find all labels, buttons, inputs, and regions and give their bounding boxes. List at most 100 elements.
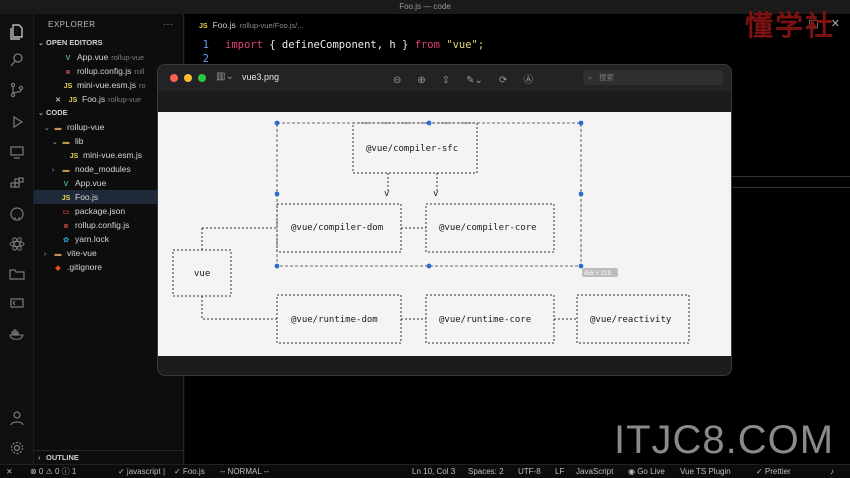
preview-search-input[interactable]: ⌕ 搜索 [583,70,723,85]
share-icon[interactable]: ⇪ [442,75,450,86]
account-icon[interactable] [7,408,27,428]
tree-item-label: yarn.lock [75,234,110,244]
folder-icon[interactable] [7,264,27,284]
go-live-label: Go Live [637,467,665,476]
string-literal: "vue"; [439,39,485,51]
chevron-down-icon: ⌄ [38,110,44,117]
tree-item-label: .gitignore [67,262,102,272]
indent-setting[interactable]: Spaces: 2 [468,465,504,478]
open-editor-path: ro [139,81,146,90]
remote-explorer-icon[interactable] [7,142,27,162]
rotate-icon[interactable]: ⟳ [499,75,507,86]
open-editor-path: rollup-vue [111,53,145,62]
zoom-window-button[interactable] [198,74,206,82]
label-compiler-core: @vue/compiler-core [439,223,537,233]
tree-item-label: lib [75,136,84,146]
zoom-out-icon[interactable]: ⊖ [393,75,401,86]
go-live-button[interactable]: ◉ Go Live [628,465,665,478]
markup-pen-icon[interactable]: ✎⌄ [466,75,483,86]
close-window-button[interactable] [170,74,178,82]
lang-check[interactable]: ✓ javascript | [118,465,165,478]
tree-item-label: vite-vue [67,248,97,258]
explorer-title: EXPLORER [48,20,96,29]
preview-title: vue3.png [242,72,280,82]
image-preview-window[interactable]: ▥⌄ vue3.png ⊖ ⊕ ⇪ ✎⌄ ⟳ Ⓐ ⌕ 搜索 @vue/compi… [157,64,732,376]
annotate-icon[interactable]: Ⓐ [523,75,533,86]
open-editor-name: rollup.config.js [77,66,132,76]
label-compiler-dom: @vue/compiler-dom [291,223,383,233]
encoding[interactable]: UTF-8 [518,465,541,478]
minimize-window-button[interactable] [184,74,192,82]
file-check[interactable]: ✓ Foo.js [174,465,205,478]
problems-indicator[interactable]: ⊗ 0 ⚠ 0 ⓘ 1 [30,465,76,478]
label-vue: vue [194,269,210,279]
sidebar-toggle-icon[interactable]: ▥⌄ [216,71,234,82]
eol[interactable]: LF [555,465,564,478]
vue-ts-plugin[interactable]: Vue TS Plugin [680,465,731,478]
open-editor-name: App.vue [77,52,109,62]
remote-icon[interactable] [7,294,27,314]
docker-icon[interactable] [7,324,27,344]
window-title-bar: Foo.js — code [0,0,850,14]
notifications-bell-icon[interactable]: ♪ [830,465,834,478]
js-file-icon: JS [199,23,208,30]
tree-item-label: rollup.config.js [75,220,130,230]
vim-mode: -- NORMAL -- [220,467,270,476]
git-file-icon: ◆ [55,265,61,272]
open-editor-name: Foo.js [82,94,106,104]
cursor-position[interactable]: Ln 10, Col 3 [412,465,455,478]
outline-label: OUTLINE [46,453,79,462]
files-icon[interactable] [7,22,27,42]
open-editors-label: OPEN EDITORS [46,38,103,47]
arrow-label: v [384,189,389,199]
label-compiler-sfc: @vue/compiler-sfc [366,144,458,154]
chevron-down-icon: ⌄ [38,40,44,47]
github-icon[interactable] [7,204,27,224]
architecture-diagram: @vue/compiler-sfc v v @vue/compiler-dom … [172,120,690,344]
run-debug-icon[interactable] [7,112,27,132]
line-number: 1 [202,39,209,51]
open-editors-section[interactable]: ⌄ OPEN EDITORS [34,36,183,50]
code-text: { defineComponent, h } [262,39,415,51]
close-icon[interactable]: ✕ [52,94,64,108]
label-reactivity: @vue/reactivity [590,315,672,325]
remote-indicator[interactable]: ⨯ [6,465,13,478]
explorer-header: EXPLORER ··· [34,14,183,36]
search-placeholder: 搜索 [599,73,614,82]
tab-breadcrumb: rollup-vue/Foo.js/... [239,21,304,30]
tree-item-label: package.json [75,206,126,216]
keyword: import [225,39,263,51]
react-icon[interactable] [7,234,27,254]
js-file-icon: JS [68,97,78,104]
broadcast-icon: ◉ [628,467,638,476]
label-runtime-core: @vue/runtime-core [439,315,531,325]
search-icon: ⌕ [588,73,593,82]
source-control-icon[interactable] [7,80,27,100]
label-runtime-dom: @vue/runtime-dom [291,315,378,325]
language-mode[interactable]: JavaScript [576,465,613,478]
outline-section[interactable]: › OUTLINE [34,450,184,464]
prettier-status[interactable]: ✓ Prettier [756,465,791,478]
search-icon[interactable] [7,50,27,70]
open-editor-path: roll [134,67,145,76]
tab-file-name: Foo.js [212,20,236,30]
open-editor-item[interactable]: V App.vue rollup-vue [34,50,183,64]
arrow-label: v [433,189,438,199]
open-editor-path: rollup-vue [108,95,142,104]
preview-tools: ⊖ ⊕ ⇪ ✎⌄ ⟳ Ⓐ [393,71,549,86]
extensions-icon[interactable] [7,174,27,194]
explorer-more-icon[interactable]: ··· [164,14,174,36]
preview-image-canvas[interactable]: @vue/compiler-sfc v v @vue/compiler-dom … [158,112,731,356]
zoom-in-icon[interactable]: ⊕ [417,75,425,86]
code-section-label: CODE [46,108,68,117]
activity-bar [0,14,34,464]
selection-size-text: 455 × 219 [584,271,612,277]
tree-item-label: App.vue [75,178,107,188]
settings-gear-icon[interactable] [7,438,27,458]
site-watermark: ITJC8.COM [614,418,835,462]
tree-item-label: rollup-vue [67,122,105,132]
open-editor-name: mini-vue.esm.js [77,80,137,90]
tree-item-label: node_modules [75,164,131,174]
preview-toolbar: ▥⌄ vue3.png ⊖ ⊕ ⇪ ✎⌄ ⟳ Ⓐ ⌕ 搜索 [158,65,731,91]
window-title: Foo.js — code [399,2,451,11]
